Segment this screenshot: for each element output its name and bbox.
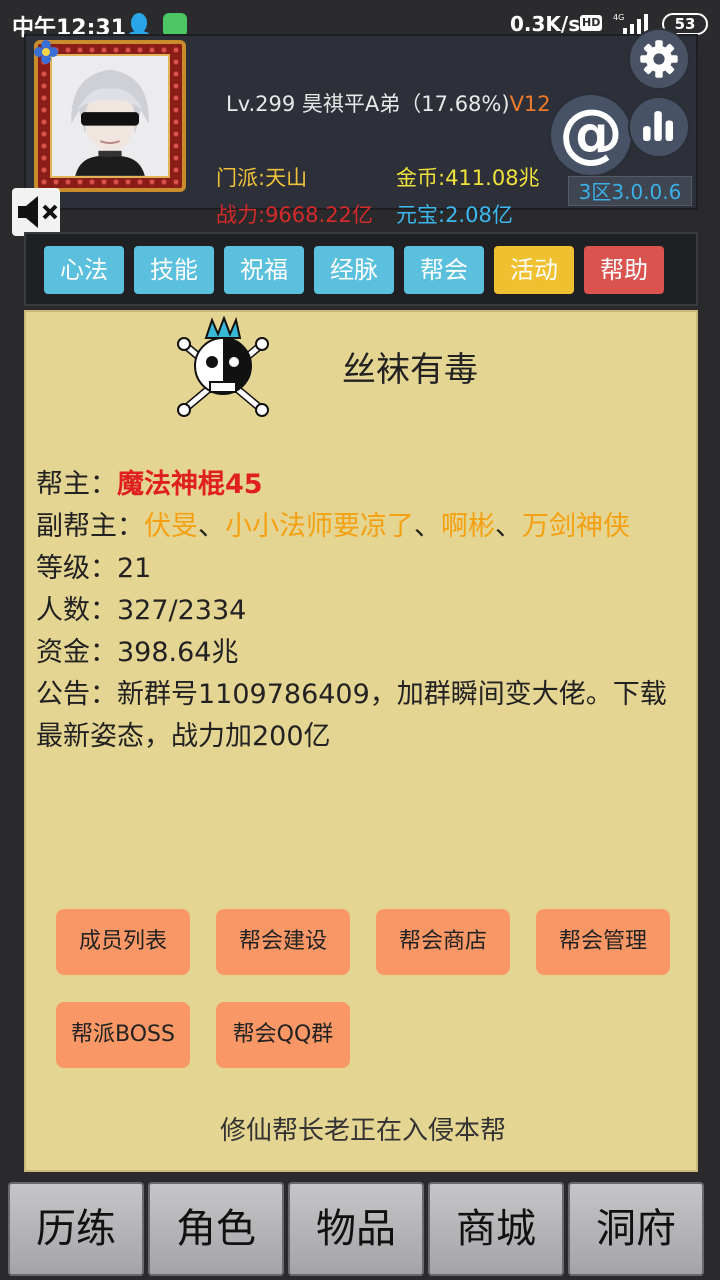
level-label: 等级： — [36, 553, 117, 584]
members-label: 人数： — [36, 595, 117, 626]
avatar-portrait — [50, 54, 170, 178]
player-sect: 门派:天山 — [216, 166, 308, 190]
server-version: 3区3.0.0.6 — [568, 176, 692, 206]
guild-funds: 398.64兆 — [117, 637, 239, 668]
guild-shop-button[interactable]: 帮会商店 — [376, 909, 510, 975]
player-gold: 金币:411.08兆 — [396, 166, 540, 190]
guild-members-row: 人数：327/2334 — [36, 590, 676, 632]
player-avatar[interactable] — [34, 40, 186, 192]
tab-blessing[interactable]: 祝福 — [224, 246, 304, 294]
nav-items[interactable]: 物品 — [288, 1182, 424, 1276]
function-tab-bar: 心法 技能 祝福 经脉 帮会 活动 帮助 — [24, 232, 698, 306]
guild-qq-group-button[interactable]: 帮会QQ群 — [216, 1002, 350, 1068]
speaker-mute-icon — [18, 196, 58, 228]
deputy-name[interactable]: 啊彬 — [441, 511, 495, 542]
bar-chart-icon — [643, 111, 674, 142]
mute-button[interactable] — [12, 188, 60, 236]
nav-character[interactable]: 角色 — [148, 1182, 284, 1276]
deputy-label: 副帮主： — [36, 511, 144, 542]
nav-cave[interactable]: 洞府 — [568, 1182, 704, 1276]
guild-funds-row: 资金：398.64兆 — [36, 632, 676, 674]
player-level-name: Lv.299 昊祺平A弟（17.68%)V12 — [226, 92, 551, 116]
mention-button[interactable]: @ — [548, 92, 634, 178]
player-yuanbao: 元宝:2.08亿 — [396, 203, 513, 227]
player-power: 战力:9668.22亿 — [216, 203, 373, 227]
skull-crossbones-icon — [177, 316, 269, 417]
deputy-separator: 、 — [198, 511, 225, 542]
guild-notice: 新群号1109786409，加群瞬间变大佬。下载最新姿态，战力加200亿 — [36, 679, 667, 752]
tab-help[interactable]: 帮助 — [584, 246, 664, 294]
avatar-image — [52, 56, 168, 176]
deputy-separator: 、 — [414, 511, 441, 542]
tab-xinfa[interactable]: 心法 — [44, 246, 124, 294]
deputy-name[interactable]: 小小法师要凉了 — [225, 511, 414, 542]
network-type: 4G — [613, 13, 624, 22]
member-list-button[interactable]: 成员列表 — [56, 909, 190, 975]
guild-manage-button[interactable]: 帮会管理 — [536, 909, 670, 975]
deputy-name[interactable]: 万剑神侠 — [522, 511, 630, 542]
guild-notice-row: 公告：新群号1109786409，加群瞬间变大佬。下载最新姿态，战力加200亿 — [36, 674, 676, 758]
tab-skills[interactable]: 技能 — [134, 246, 214, 294]
guild-deputy-row: 副帮主：伏旻、小小法师要凉了、啊彬、万剑神侠 — [36, 506, 676, 548]
at-icon: @ — [559, 97, 623, 171]
settings-button[interactable] — [628, 28, 690, 90]
tab-meridians[interactable]: 经脉 — [314, 246, 394, 294]
guild-name: 丝袜有毒 — [342, 350, 478, 390]
nav-training[interactable]: 历练 — [8, 1182, 144, 1276]
deputy-separator: 、 — [495, 511, 522, 542]
notice-label: 公告： — [36, 679, 117, 710]
bottom-navigation: 历练 角色 物品 商城 洞府 — [6, 1182, 714, 1278]
guild-leader-row: 帮主：魔法神棍45 — [36, 464, 676, 506]
hd-badge: HD — [580, 15, 603, 31]
guild-leader[interactable]: 魔法神棍45 — [117, 469, 263, 500]
leader-label: 帮主： — [36, 469, 117, 500]
guild-members: 327/2334 — [117, 595, 247, 626]
funds-label: 资金： — [36, 637, 117, 668]
stats-button[interactable] — [628, 96, 690, 158]
guild-panel: 丝袜有毒 帮主：魔法神棍45 副帮主：伏旻、小小法师要凉了、啊彬、万剑神侠 等级… — [24, 310, 698, 1172]
deputy-name[interactable]: 伏旻 — [144, 511, 198, 542]
nav-shop[interactable]: 商城 — [428, 1182, 564, 1276]
guild-level: 21 — [117, 553, 152, 584]
flower-ornament-icon — [34, 40, 58, 64]
guild-build-button[interactable]: 帮会建设 — [216, 909, 350, 975]
invasion-message[interactable]: 修仙帮长老正在入侵本帮 — [26, 1110, 700, 1147]
vip-level: V12 — [509, 92, 551, 116]
guild-level-row: 等级：21 — [36, 548, 676, 590]
network-speed: 0.3K/s — [510, 12, 581, 36]
guild-info: 帮主：魔法神棍45 副帮主：伏旻、小小法师要凉了、啊彬、万剑神侠 等级：21 人… — [36, 464, 676, 758]
tab-guild[interactable]: 帮会 — [404, 246, 484, 294]
tab-events[interactable]: 活动 — [494, 246, 574, 294]
guild-boss-button[interactable]: 帮派BOSS — [56, 1002, 190, 1068]
gear-icon — [640, 40, 678, 78]
